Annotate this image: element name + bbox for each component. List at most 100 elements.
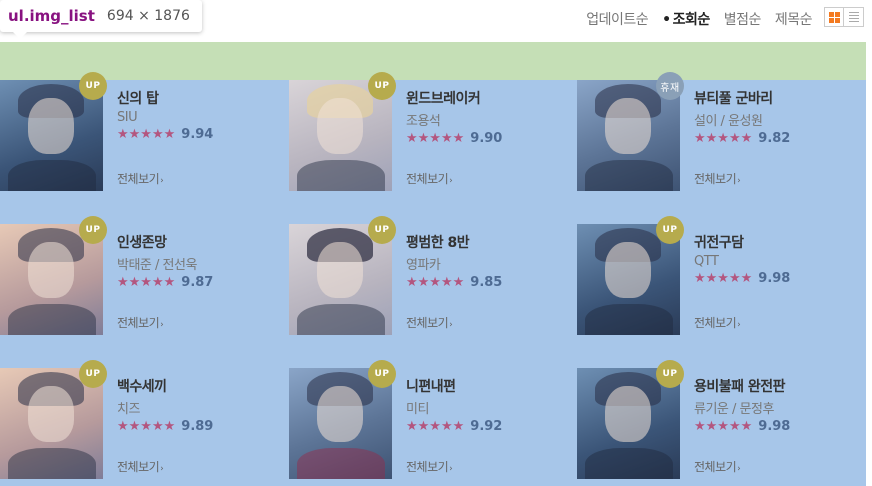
chevron-right-icon: › bbox=[160, 320, 164, 330]
item-author: 치즈 bbox=[117, 402, 140, 417]
item-title[interactable]: 뷰티풀 군바리 bbox=[694, 88, 854, 108]
update-badge: UP bbox=[368, 216, 396, 244]
rating: ★★★★★ 9.82 bbox=[694, 131, 854, 146]
item-author: QTT bbox=[694, 254, 719, 269]
update-badge: UP bbox=[368, 360, 396, 388]
list-item[interactable]: UP 니편내편 미티 ★★★★★ 9.92 전체보기› bbox=[289, 360, 569, 480]
view-all-label: 전체보기 bbox=[117, 316, 160, 330]
sort-views[interactable]: • 조회순 bbox=[662, 9, 710, 29]
item-author: 조용석 bbox=[406, 114, 441, 129]
webtoon-list: UP 신의 탑 SIU ★★★★★ 9.94 전체보기› UP 윈드브레이커 조… bbox=[0, 72, 866, 486]
view-all-link[interactable]: 전체보기› bbox=[406, 170, 453, 187]
item-title[interactable]: 니편내편 bbox=[406, 376, 566, 396]
rating-score: 9.89 bbox=[181, 419, 214, 434]
list-item[interactable]: UP 백수세끼 치즈 ★★★★★ 9.89 전체보기› bbox=[0, 360, 280, 480]
view-all-label: 전체보기 bbox=[694, 316, 737, 330]
view-all-link[interactable]: 전체보기› bbox=[117, 170, 164, 187]
chevron-right-icon: › bbox=[737, 464, 741, 474]
view-all-label: 전체보기 bbox=[117, 172, 160, 186]
item-title[interactable]: 용비불패 완전판 bbox=[694, 376, 854, 396]
list-item[interactable]: UP 인생존망 박태준 / 전선욱 ★★★★★ 9.87 전체보기› bbox=[0, 216, 280, 336]
rating-score: 9.94 bbox=[181, 127, 214, 142]
hiatus-badge: 휴재 bbox=[656, 72, 684, 100]
tooltip-arrow-icon bbox=[12, 31, 28, 39]
item-title[interactable]: 평범한 8반 bbox=[406, 232, 566, 252]
margin-highlight bbox=[0, 42, 866, 80]
view-all-link[interactable]: 전체보기› bbox=[406, 458, 453, 475]
rating: ★★★★★ 9.94 bbox=[117, 127, 277, 142]
view-all-link[interactable]: 전체보기› bbox=[694, 314, 741, 331]
grid-view-button[interactable] bbox=[824, 7, 844, 27]
list-view-button[interactable] bbox=[844, 7, 864, 27]
item-title[interactable]: 귀전구담 bbox=[694, 232, 854, 252]
chevron-right-icon: › bbox=[737, 176, 741, 186]
list-item[interactable]: UP 신의 탑 SIU ★★★★★ 9.94 전체보기› bbox=[0, 72, 280, 192]
star-icon: ★★★★★ bbox=[117, 419, 176, 434]
update-badge: UP bbox=[79, 72, 107, 100]
rating-score: 9.82 bbox=[758, 131, 791, 146]
item-author: 영파카 bbox=[406, 258, 441, 273]
item-author: 류기운 / 문정후 bbox=[694, 402, 774, 417]
rating: ★★★★★ 9.92 bbox=[406, 419, 566, 434]
view-all-label: 전체보기 bbox=[406, 316, 449, 330]
update-badge: UP bbox=[656, 360, 684, 388]
chevron-right-icon: › bbox=[737, 320, 741, 330]
star-icon: ★★★★★ bbox=[406, 275, 465, 290]
rating: ★★★★★ 9.85 bbox=[406, 275, 566, 290]
rating-score: 9.98 bbox=[758, 271, 791, 286]
view-all-link[interactable]: 전체보기› bbox=[406, 314, 453, 331]
item-author: 박태준 / 전선욱 bbox=[117, 258, 197, 273]
update-badge: UP bbox=[656, 216, 684, 244]
star-icon: ★★★★★ bbox=[117, 275, 176, 290]
item-title[interactable]: 백수세끼 bbox=[117, 376, 277, 396]
view-all-label: 전체보기 bbox=[694, 172, 737, 186]
chevron-right-icon: › bbox=[449, 464, 453, 474]
item-author: 설이 / 윤성원 bbox=[694, 114, 763, 129]
update-badge: UP bbox=[79, 216, 107, 244]
star-icon: ★★★★★ bbox=[406, 419, 465, 434]
list-item[interactable]: UP 용비불패 완전판 류기운 / 문정후 ★★★★★ 9.98 전체보기› bbox=[577, 360, 857, 480]
star-icon: ★★★★★ bbox=[694, 131, 753, 146]
view-all-label: 전체보기 bbox=[406, 172, 449, 186]
rating-score: 9.98 bbox=[758, 419, 791, 434]
rating-score: 9.92 bbox=[470, 419, 503, 434]
view-all-link[interactable]: 전체보기› bbox=[117, 314, 164, 331]
sort-menu: 업데이트순 • 조회순 별점순 제목순 bbox=[586, 9, 812, 29]
item-title[interactable]: 윈드브레이커 bbox=[406, 88, 566, 108]
rating: ★★★★★ 9.98 bbox=[694, 271, 854, 286]
rating-score: 9.90 bbox=[470, 131, 503, 146]
item-title[interactable]: 신의 탑 bbox=[117, 88, 277, 108]
rating-score: 9.85 bbox=[470, 275, 503, 290]
star-icon: ★★★★★ bbox=[117, 127, 176, 142]
list-item[interactable]: UP 윈드브레이커 조용석 ★★★★★ 9.90 전체보기› bbox=[289, 72, 569, 192]
sort-rating[interactable]: 별점순 bbox=[724, 9, 762, 29]
rating-score: 9.87 bbox=[181, 275, 214, 290]
list-item[interactable]: UP 평범한 8반 영파카 ★★★★★ 9.85 전체보기› bbox=[289, 216, 569, 336]
view-all-label: 전체보기 bbox=[694, 460, 737, 474]
sort-title[interactable]: 제목순 bbox=[775, 9, 813, 29]
list-view-icon bbox=[848, 12, 859, 22]
view-all-label: 전체보기 bbox=[406, 460, 449, 474]
update-badge: UP bbox=[79, 360, 107, 388]
view-toggle bbox=[824, 7, 864, 27]
rating: ★★★★★ 9.89 bbox=[117, 419, 277, 434]
view-all-link[interactable]: 전체보기› bbox=[694, 458, 741, 475]
view-all-link[interactable]: 전체보기› bbox=[694, 170, 741, 187]
chevron-right-icon: › bbox=[160, 464, 164, 474]
grid-view-icon bbox=[828, 11, 840, 23]
update-badge: UP bbox=[368, 72, 396, 100]
sort-update[interactable]: 업데이트순 bbox=[586, 9, 648, 29]
list-item[interactable]: UP 귀전구담 QTT ★★★★★ 9.98 전체보기› bbox=[577, 216, 857, 336]
rating: ★★★★★ 9.87 bbox=[117, 275, 277, 290]
item-title[interactable]: 인생존망 bbox=[117, 232, 277, 252]
view-all-link[interactable]: 전체보기› bbox=[117, 458, 164, 475]
chevron-right-icon: › bbox=[160, 176, 164, 186]
inspector-selector: ul.img_list bbox=[8, 7, 95, 25]
chevron-right-icon: › bbox=[449, 176, 453, 186]
star-icon: ★★★★★ bbox=[406, 131, 465, 146]
list-item[interactable]: 휴재 뷰티풀 군바리 설이 / 윤성원 ★★★★★ 9.82 전체보기› bbox=[577, 72, 857, 192]
view-all-label: 전체보기 bbox=[117, 460, 160, 474]
active-dot-icon: • bbox=[662, 12, 671, 28]
item-author: 미티 bbox=[406, 402, 429, 417]
chevron-right-icon: › bbox=[449, 320, 453, 330]
